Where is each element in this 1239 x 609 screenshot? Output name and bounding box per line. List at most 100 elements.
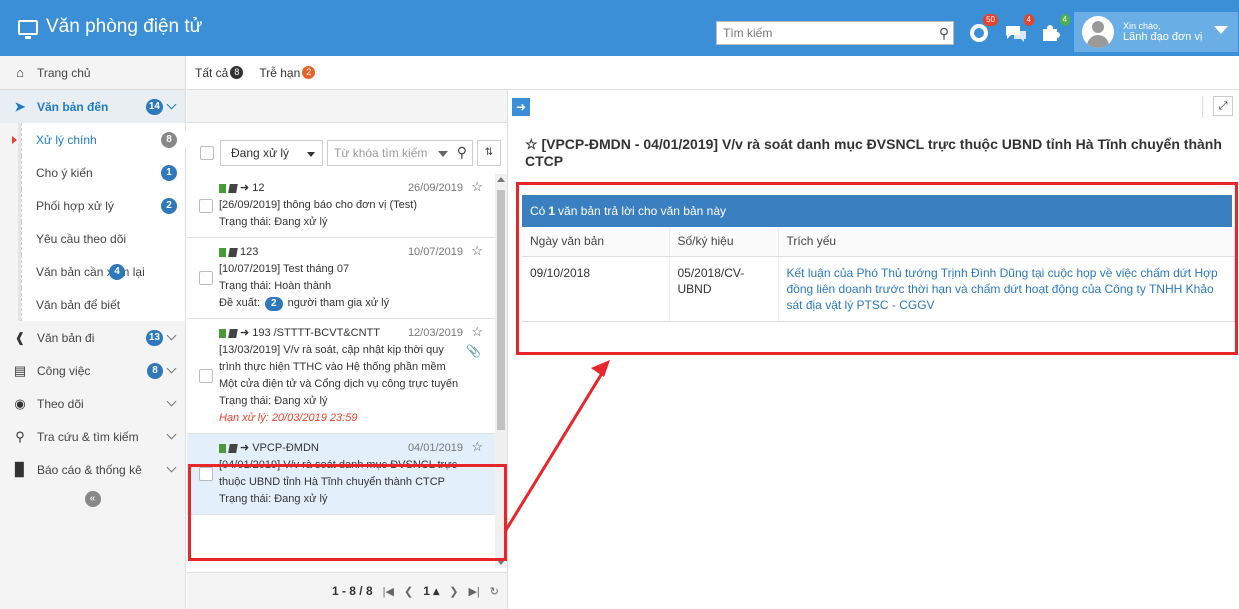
list-toolbar: [187, 90, 507, 123]
refresh-icon[interactable]: ↻: [490, 585, 499, 598]
star-icon[interactable]: ☆: [471, 323, 483, 340]
item-checkbox[interactable]: [199, 198, 213, 213]
puzzle-icon[interactable]: 4: [1040, 14, 1070, 44]
selection-notch: [177, 130, 186, 148]
document-title: ☆ [VPCP-ĐMDN - 04/01/2019] V/v rà soát d…: [525, 136, 1225, 170]
reply-date: 09/10/2018: [522, 256, 670, 322]
search-icon[interactable]: ⚲: [457, 144, 467, 161]
sidebar: ⌂ Trang chủ ➤ Văn bản đến 14 Xử lý chính…: [0, 56, 186, 609]
caret-down-icon: [1214, 26, 1228, 34]
list-item[interactable]: ➜ 193 /STTTT-BCVT&CNTT 12/03/2019 ☆ 📎 [1…: [187, 319, 495, 434]
arrow-circle-icon: ➤: [14, 98, 26, 114]
keyword-search-input[interactable]: Từ khóa tìm kiếm ⚲: [327, 140, 473, 166]
tab-label: Trễ hạn: [259, 65, 301, 80]
status-select[interactable]: Đang xử lý: [220, 140, 323, 166]
reply-header: Có 1 văn bản trả lời cho văn bản này: [522, 195, 1232, 227]
first-page-button[interactable]: |◀: [383, 585, 394, 598]
app-brand[interactable]: Văn phòng điện tử: [18, 16, 203, 39]
sidebar-item-label: Văn bản cần xem lại: [36, 264, 145, 279]
sidebar-item-coordinate[interactable]: Phối hợp xử lý 2: [21, 189, 185, 222]
page-range: 1 - 8 / 8: [331, 584, 373, 598]
column-header: Số/ký hiệu: [669, 227, 779, 257]
expand-icon[interactable]: ⤢: [1213, 96, 1233, 116]
sidebar-item-reports[interactable]: ▉ Báo cáo & thống kê: [0, 453, 185, 486]
notification-badge: 50: [983, 14, 998, 26]
sidebar-item-follow[interactable]: ◉ Theo dõi: [0, 387, 185, 420]
sidebar-item-outgoing[interactable]: ❰ Văn bản đi 13: [0, 321, 185, 354]
chevron-down-icon: [166, 363, 177, 374]
sidebar-item-label: Yêu cầu theo dõi: [36, 231, 127, 246]
dropdown-icon[interactable]: [438, 151, 448, 157]
sidebar-item-review[interactable]: Văn bản cần xem lại 4: [21, 255, 185, 288]
double-chevron-left-icon: «: [84, 491, 101, 507]
sidebar-item-label: Theo dõi: [37, 396, 84, 411]
scroll-thumb[interactable]: [497, 190, 505, 430]
count-badge: 13: [145, 330, 163, 346]
item-checkbox[interactable]: [199, 467, 213, 481]
tab-overdue[interactable]: Trễ hạn 2: [259, 65, 316, 80]
tab-badge: 8: [230, 66, 244, 79]
search-icon[interactable]: ⚲: [935, 22, 953, 44]
list-item[interactable]: 123 10/07/2019 ☆ [10/07/2019] Test tháng…: [187, 238, 495, 319]
item-code: VPCP-ĐMDN: [252, 442, 319, 454]
star-icon[interactable]: ☆: [525, 136, 538, 152]
chevron-down-icon: [166, 396, 177, 407]
filter-row: Đang xử lý Từ khóa tìm kiếm ⚲ ⇅: [200, 140, 501, 166]
list-item[interactable]: ➜ 12 26/09/2019 ☆ [26/09/2019] thông báo…: [187, 174, 495, 238]
item-deadline: Hạn xử lý: 20/03/2019 23:59: [219, 412, 358, 424]
sidebar-item-tasks[interactable]: ▤ Công việc 8: [0, 354, 185, 387]
reply-summary-link[interactable]: Kết luận của Phó Thủ tướng Trịnh Đình Dũ…: [778, 256, 1235, 322]
prev-page-button[interactable]: ❮: [404, 585, 413, 598]
sidebar-item-label: Công việc: [37, 363, 91, 378]
tab-all[interactable]: Tất cả 8: [195, 66, 244, 80]
user-menu[interactable]: Xin chào, Lãnh đạo đơn vị: [1074, 12, 1238, 52]
attachment-icon: 📎: [466, 344, 481, 358]
search-input[interactable]: [717, 22, 935, 44]
table-row[interactable]: 09/10/2018 05/2018/CV-UBND Kết luận của …: [522, 256, 1235, 322]
sidebar-item-opinion[interactable]: Cho ý kiến 1: [21, 156, 185, 189]
sidebar-item-follow-request[interactable]: Yêu cầu theo dõi: [21, 222, 185, 255]
count-badge: 4: [109, 264, 125, 280]
document-icon: [219, 329, 226, 338]
sidebar-item-home[interactable]: ⌂ Trang chủ: [0, 56, 185, 90]
column-header: Trích yếu: [778, 227, 1235, 257]
participant-count-badge: 2: [265, 297, 283, 311]
chat-badge: 4: [1023, 14, 1034, 26]
list-scrollbar[interactable]: [495, 174, 507, 568]
reply-table: Ngày văn bản Số/ký hiệu Trích yếu 09/10/…: [522, 227, 1235, 322]
item-checkbox[interactable]: [199, 369, 213, 383]
sidebar-item-main-processing[interactable]: Xử lý chính 8: [12, 123, 186, 156]
star-icon[interactable]: ☆: [471, 438, 483, 455]
app-title: Văn phòng điện tử: [46, 16, 203, 37]
document-list: ➜ 12 26/09/2019 ☆ [26/09/2019] thông báo…: [187, 174, 495, 568]
back-button[interactable]: ➜: [512, 98, 530, 116]
user-name: Lãnh đạo đơn vị: [1123, 31, 1203, 43]
sidebar-item-lookup[interactable]: ⚲ Tra cứu & tìm kiếm: [0, 420, 185, 453]
star-icon[interactable]: ☆: [471, 178, 483, 195]
page-select[interactable]: 1 ▴: [423, 584, 439, 598]
scroll-down-icon[interactable]: [497, 560, 505, 565]
chat-icon[interactable]: 4: [1004, 14, 1034, 44]
globe-notification-icon[interactable]: 50: [968, 14, 998, 44]
star-icon[interactable]: ☆: [471, 242, 483, 259]
paper-icon: [228, 329, 238, 338]
task-badge: 4: [1059, 14, 1070, 26]
item-date: 12/03/2019: [407, 327, 463, 339]
arrow-left-circle-icon: ❰: [14, 329, 26, 345]
list-item-selected[interactable]: ➜ VPCP-ĐMDN 04/01/2019 ☆ [04/01/2019] V/…: [187, 434, 495, 515]
monitor-icon: [18, 19, 38, 39]
sidebar-item-incoming[interactable]: ➤ Văn bản đến 14: [0, 90, 185, 123]
last-page-button[interactable]: ▶|: [468, 585, 479, 598]
select-all-checkbox[interactable]: [200, 146, 214, 160]
sidebar-item-for-info[interactable]: Văn bản để biết: [21, 288, 185, 321]
chevron-down-icon: [166, 429, 177, 440]
item-summary: [13/03/2019] V/v rà soát, cập nhật kịp t…: [219, 344, 459, 390]
scroll-up-icon[interactable]: [497, 177, 505, 182]
divider: [1202, 96, 1203, 118]
sidebar-collapse-button[interactable]: «: [0, 486, 185, 512]
next-page-button[interactable]: ❯: [449, 585, 458, 598]
count-badge: 14: [145, 99, 163, 115]
sort-button[interactable]: ⇅: [477, 140, 501, 166]
item-code: 193 /STTTT-BCVT&CNTT: [252, 327, 380, 339]
item-checkbox[interactable]: [199, 271, 213, 285]
